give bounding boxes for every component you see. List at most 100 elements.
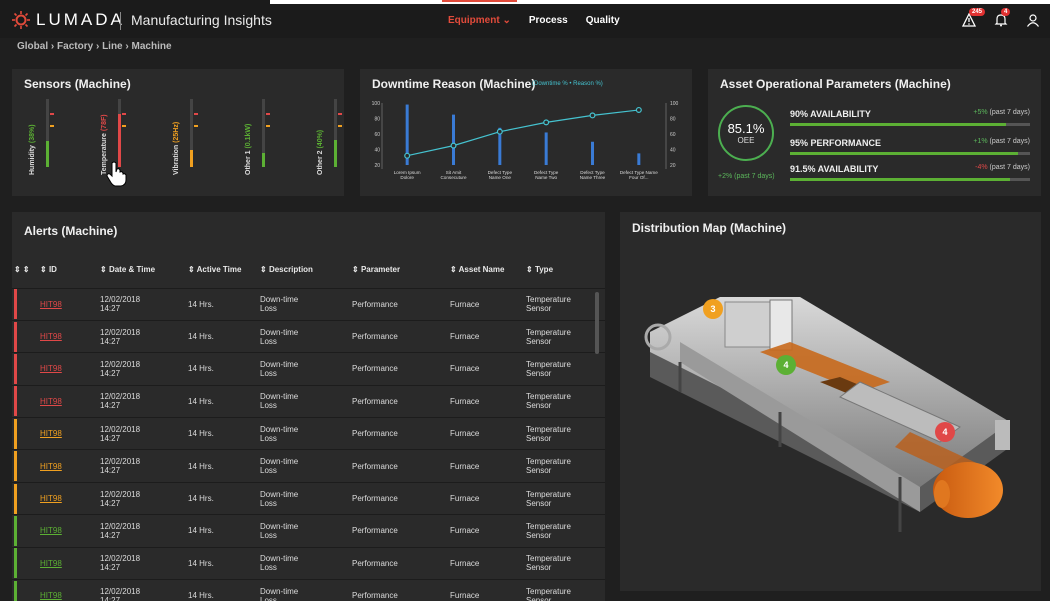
col-description[interactable]: ⇕ Description bbox=[258, 252, 350, 288]
alerts-button[interactable]: 245 bbox=[961, 8, 986, 27]
alert-time: 14:27 bbox=[100, 304, 121, 314]
top-bar: LUMADA Manufacturing Insights Equipment … bbox=[0, 0, 1050, 38]
alert-active-time: 14 Hrs. bbox=[188, 461, 214, 471]
alert-desc-line2: Loss bbox=[260, 336, 277, 346]
alert-asset: Furnace bbox=[450, 429, 480, 439]
distribution-pin-3[interactable]: 3 bbox=[703, 299, 723, 319]
metric-change: +5% (past 7 days) bbox=[973, 109, 1030, 116]
sensor-gauge-track bbox=[262, 99, 270, 167]
asset-cell: Furnace bbox=[448, 287, 524, 321]
downtime-bar bbox=[591, 141, 594, 165]
distribution-pin-4-green[interactable]: 4 bbox=[776, 355, 796, 375]
alert-id-link[interactable]: HIT98 bbox=[40, 397, 62, 406]
breadcrumb-line[interactable]: Line bbox=[102, 41, 123, 52]
alert-id-link[interactable]: HIT98 bbox=[40, 429, 62, 438]
table-row[interactable]: HIT98 12/02/2018 14:27 14 Hrs. Down-time Loss… bbox=[12, 579, 605, 601]
table-row[interactable]: HIT98 12/02/2018 14:27 14 Hrs. Down-time Loss… bbox=[12, 481, 605, 515]
sensor-value: (40%) bbox=[317, 129, 324, 149]
logo[interactable]: LUMADA bbox=[12, 10, 125, 30]
sensor-humidity[interactable]: Humidity (38%) bbox=[26, 99, 66, 175]
alert-asset: Furnace bbox=[450, 526, 480, 536]
table-row[interactable]: HIT98 12/02/2018 14:27 14 Hrs. Down-time Loss… bbox=[12, 514, 605, 548]
user-icon bbox=[1027, 14, 1039, 27]
active-cell: 14 Hrs. bbox=[186, 384, 258, 418]
sort-all-header[interactable]: ⇕ ⇕ bbox=[12, 252, 38, 288]
nav-process[interactable]: Process bbox=[529, 15, 568, 26]
parameter-cell: Performance bbox=[350, 352, 448, 386]
alert-id-link[interactable]: HIT98 bbox=[40, 332, 62, 341]
alert-id-link[interactable]: HIT98 bbox=[40, 300, 62, 309]
alert-desc-line1: Down-time bbox=[260, 457, 299, 467]
reason-line bbox=[407, 109, 639, 157]
x-tick-label: Name One bbox=[489, 175, 512, 180]
alert-id-link[interactable]: HIT98 bbox=[40, 559, 62, 568]
downtime-panel: Downtime Reason (Machine) (Downtime % • … bbox=[360, 69, 692, 196]
sensor-other-2[interactable]: Other 2 (40%) bbox=[314, 99, 354, 175]
table-row[interactable]: HIT98 12/02/2018 14:27 14 Hrs. Down-time Loss… bbox=[12, 319, 605, 353]
asset-cell: Furnace bbox=[448, 579, 524, 601]
col-asset[interactable]: ⇕ Asset Name bbox=[448, 252, 524, 288]
alert-desc-line2: Loss bbox=[260, 433, 277, 443]
alert-time: 14:27 bbox=[100, 401, 121, 411]
alert-type-line2: Sensor bbox=[526, 530, 552, 540]
date-cell: 12/02/2018 14:27 bbox=[98, 514, 186, 548]
id-cell: HIT98 bbox=[38, 287, 98, 321]
col-id-label: ID bbox=[48, 265, 57, 275]
pin-label: 4 bbox=[783, 360, 789, 370]
nav-equipment[interactable]: Equipment ⌄ bbox=[442, 0, 517, 26]
table-row[interactable]: HIT98 12/02/2018 14:27 14 Hrs. Down-time Loss… bbox=[12, 417, 605, 450]
alert-id-link[interactable]: HIT98 bbox=[40, 462, 62, 471]
user-button[interactable] bbox=[1026, 13, 1040, 27]
alert-id-link[interactable]: HIT98 bbox=[40, 494, 62, 503]
sensor-vibration[interactable]: Vibration (25Hz) bbox=[170, 99, 210, 175]
table-row[interactable]: HIT98 12/02/2018 14:27 14 Hrs. Down-time Loss… bbox=[12, 352, 605, 386]
alerts-table: ⇕ ⇕ ⇕ ID ⇕ Date & Time ⇕ Active Time ⇕ D… bbox=[12, 252, 605, 601]
nav-quality[interactable]: Quality bbox=[586, 15, 620, 26]
oee-change: +2% (past 7 days) bbox=[718, 173, 775, 180]
alert-desc-line2: Loss bbox=[260, 530, 277, 540]
parameter-cell: Performance bbox=[350, 417, 448, 450]
alert-id-link[interactable]: HIT98 bbox=[40, 526, 62, 535]
description-cell: Down-time Loss bbox=[258, 546, 350, 580]
alert-desc-line2: Loss bbox=[260, 595, 277, 601]
description-cell: Down-time Loss bbox=[258, 481, 350, 515]
metric-change-value: +1% bbox=[973, 138, 988, 145]
reason-point bbox=[635, 106, 642, 113]
alert-date: 12/02/2018 bbox=[100, 424, 141, 434]
col-date[interactable]: ⇕ Date & Time bbox=[98, 252, 186, 288]
alerts-title: Alerts (Machine) bbox=[24, 224, 118, 238]
sensor-gauge-fill bbox=[46, 141, 49, 167]
table-row[interactable]: HIT98 12/02/2018 14:27 14 Hrs. Down-time Loss… bbox=[12, 546, 605, 580]
downtime-bar bbox=[637, 153, 641, 165]
col-active[interactable]: ⇕ Active Time bbox=[186, 252, 258, 288]
sensor-gauge-track bbox=[190, 99, 198, 167]
alert-id-link[interactable]: HIT98 bbox=[40, 591, 62, 600]
alert-asset: Furnace bbox=[450, 396, 480, 406]
breadcrumb-global[interactable]: Global bbox=[17, 41, 48, 52]
alert-desc-line1: Down-time bbox=[260, 392, 299, 402]
distribution-pin-4-red[interactable]: 4 bbox=[935, 422, 955, 442]
alert-id-link[interactable]: HIT98 bbox=[40, 364, 62, 373]
asset-cell: Furnace bbox=[448, 352, 524, 386]
main-nav: Equipment ⌄ Process Quality bbox=[442, 0, 620, 26]
id-cell: HIT98 bbox=[38, 417, 98, 450]
distribution-title: Distribution Map (Machine) bbox=[632, 221, 786, 235]
sensor-gauge-fill bbox=[190, 150, 193, 167]
col-id[interactable]: ⇕ ID bbox=[38, 252, 98, 288]
table-row[interactable]: HIT98 12/02/2018 14:27 14 Hrs. Down-time Loss… bbox=[12, 287, 605, 321]
col-parameter-label: Parameter bbox=[360, 265, 401, 275]
asset-cell: Furnace bbox=[448, 417, 524, 450]
breadcrumb-factory[interactable]: Factory bbox=[57, 41, 93, 52]
sensor-other-1[interactable]: Other 1 (0.1kW) bbox=[242, 99, 282, 175]
notifications-button[interactable]: 4 bbox=[994, 8, 1011, 27]
table-scrollbar[interactable] bbox=[595, 292, 599, 354]
date-cell: 12/02/2018 14:27 bbox=[98, 546, 186, 580]
col-asset-label: Asset Name bbox=[458, 265, 505, 275]
col-type[interactable]: ⇕ Type bbox=[524, 252, 605, 288]
type-cell: Temperature Sensor bbox=[524, 384, 605, 418]
table-row[interactable]: HIT98 12/02/2018 14:27 14 Hrs. Down-time Loss… bbox=[12, 384, 605, 418]
col-parameter[interactable]: ⇕ Parameter bbox=[350, 252, 448, 288]
alert-asset: Furnace bbox=[450, 461, 480, 471]
table-row[interactable]: HIT98 12/02/2018 14:27 14 Hrs. Down-time Loss… bbox=[12, 449, 605, 483]
col-date-label: Date & Time bbox=[108, 265, 156, 275]
